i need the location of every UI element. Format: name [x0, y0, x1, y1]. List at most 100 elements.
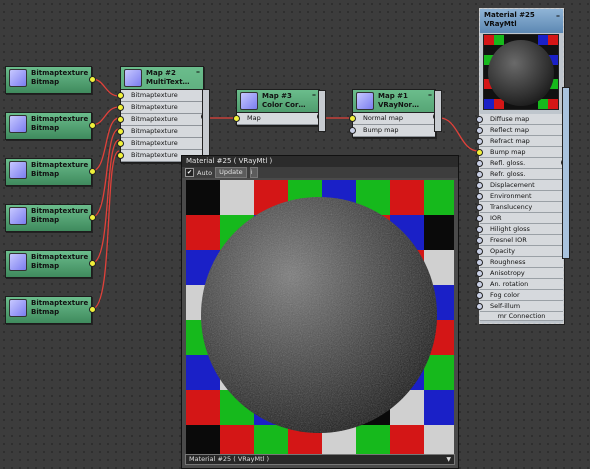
- material-slot-list: Diffuse map Reflect map Refract map Bump…: [476, 114, 563, 321]
- output-socket[interactable]: [89, 122, 96, 129]
- socket-icon[interactable]: [476, 181, 483, 189]
- socket-icon[interactable]: [476, 269, 483, 277]
- bitmap-thumbnail: [9, 207, 27, 225]
- socket-icon[interactable]: [117, 104, 124, 111]
- update-button[interactable]: Update: [215, 167, 247, 178]
- slot-anisotropy[interactable]: Anisotropy: [476, 268, 563, 279]
- bitmap-node-2[interactable]: Bitmaptexture Bitmap: [5, 112, 96, 140]
- socket-icon[interactable]: [476, 236, 483, 244]
- socket-icon[interactable]: [349, 127, 356, 134]
- slot-refr-gloss[interactable]: Refr. gloss.: [476, 169, 563, 180]
- slot-fog-color[interactable]: Fog color: [476, 290, 563, 301]
- socket-icon[interactable]: [117, 152, 124, 159]
- node-scrollbar[interactable]: [318, 90, 326, 132]
- socket-icon[interactable]: [117, 140, 124, 147]
- slot-self-illum[interactable]: Self-illum: [476, 301, 563, 312]
- slot-environment[interactable]: Environment: [476, 191, 563, 202]
- socket-icon[interactable]: [476, 203, 483, 211]
- socket-icon[interactable]: [117, 128, 124, 135]
- bitmap-node-3[interactable]: Bitmaptexture Bitmap: [5, 158, 96, 186]
- input-slot[interactable]: Bump map: [349, 125, 435, 137]
- input-slot[interactable]: Normal map: [349, 113, 435, 125]
- socket-icon[interactable]: [476, 258, 483, 266]
- node-scrollbar[interactable]: [562, 87, 570, 259]
- socket-icon[interactable]: [233, 115, 240, 122]
- slot-translucency[interactable]: Translucency: [476, 202, 563, 213]
- collapse-icon[interactable]: –: [312, 90, 316, 99]
- socket-icon[interactable]: [476, 126, 483, 134]
- socket-icon[interactable]: [476, 225, 483, 233]
- multitexture-node[interactable]: Map #2 MultiText… – Bitmaptexture Bitmapt…: [117, 66, 210, 163]
- vray-normal-node[interactable]: Map #1 VRayNor… – Normal map Bump map: [349, 89, 442, 138]
- preview-title: Material #25 ( VRayMtl ): [182, 156, 458, 167]
- socket-icon[interactable]: [476, 291, 483, 299]
- socket-icon[interactable]: [476, 115, 483, 123]
- bitmap-thumbnail: [9, 253, 27, 271]
- slot-reflect-map[interactable]: Reflect map: [476, 125, 563, 136]
- socket-icon[interactable]: [476, 280, 483, 288]
- node-subtitle: VRayMtl: [484, 20, 517, 28]
- wire-bitmap3: [91, 117, 120, 172]
- node-title: Map #1: [378, 92, 408, 100]
- selector-value: Material #25 ( VRayMtl ): [189, 455, 270, 463]
- options-icon[interactable]: ⁞: [249, 167, 258, 178]
- slot-fresnel-ior[interactable]: Fresnel IOR: [476, 235, 563, 246]
- node-title: Material #25: [484, 11, 535, 19]
- slot-an-rotation[interactable]: An. rotation: [476, 279, 563, 290]
- slot-diffuse-map[interactable]: Diffuse map: [476, 114, 563, 125]
- map-thumbnail: [124, 69, 142, 87]
- output-socket[interactable]: [89, 214, 96, 221]
- collapse-icon[interactable]: –: [556, 11, 560, 20]
- node-scrollbar[interactable]: [434, 90, 442, 132]
- slot-refl-gloss[interactable]: Refl. gloss.: [476, 158, 563, 169]
- output-socket[interactable]: [89, 260, 96, 267]
- socket-icon[interactable]: [476, 192, 483, 200]
- slot-roughness[interactable]: Roughness: [476, 257, 563, 268]
- collapse-icon[interactable]: –: [196, 67, 200, 76]
- input-slot[interactable]: Bitmaptexture: [117, 102, 203, 114]
- collapse-icon[interactable]: –: [428, 90, 432, 99]
- output-socket[interactable]: [89, 76, 96, 83]
- node-title: Bitmaptexture: [31, 161, 88, 169]
- output-socket[interactable]: [89, 168, 96, 175]
- wire-bitmap5: [91, 139, 120, 264]
- bitmap-node-5[interactable]: Bitmaptexture Bitmap: [5, 250, 96, 278]
- slot-mr-connection[interactable]: mr Connection: [480, 312, 563, 321]
- input-slot[interactable]: Bitmaptexture: [117, 126, 203, 138]
- socket-icon[interactable]: [117, 116, 124, 123]
- output-socket[interactable]: [89, 306, 96, 313]
- socket-icon[interactable]: [476, 170, 483, 178]
- node-title: Bitmaptexture: [31, 253, 88, 261]
- slot-bump-map[interactable]: Bump map: [476, 147, 563, 158]
- slot-opacity[interactable]: Opacity: [476, 246, 563, 257]
- material-preview-window[interactable]: Material #25 ( VRayMtl ) ✔ Auto Update ⁞: [181, 155, 459, 469]
- socket-icon[interactable]: [117, 92, 124, 99]
- slot-list: Bitmaptexture Bitmaptexture Bitmaptextur…: [117, 89, 203, 162]
- auto-checkbox[interactable]: ✔: [185, 168, 194, 177]
- input-slot[interactable]: Bitmaptexture: [117, 138, 203, 150]
- socket-icon[interactable]: [476, 137, 483, 145]
- slot-displacement[interactable]: Displacement: [476, 180, 563, 191]
- color-correction-node[interactable]: Map #3 Color Cor… – Map: [233, 89, 326, 132]
- input-slot[interactable]: Map: [233, 113, 319, 125]
- socket-icon[interactable]: [349, 115, 356, 122]
- input-slot[interactable]: Bitmaptexture: [117, 114, 203, 126]
- material-node[interactable]: Material #25 VRayMtl – Diffuse map Reflec…: [476, 8, 570, 324]
- bitmap-node-6[interactable]: Bitmaptexture Bitmap: [5, 296, 96, 324]
- map-thumbnail: [356, 92, 374, 110]
- bitmap-node-4[interactable]: Bitmaptexture Bitmap: [5, 204, 96, 232]
- slot-refract-map[interactable]: Refract map: [476, 136, 563, 147]
- slot-hilight-gloss[interactable]: Hilight gloss: [476, 224, 563, 235]
- socket-icon[interactable]: [476, 214, 483, 222]
- bitmap-node-1[interactable]: Bitmaptexture Bitmap: [5, 66, 96, 94]
- socket-icon[interactable]: [476, 159, 483, 167]
- socket-icon[interactable]: [476, 302, 483, 310]
- node-scrollbar[interactable]: [202, 89, 210, 163]
- wire-bitmap1: [91, 78, 120, 97]
- socket-icon[interactable]: [476, 247, 483, 255]
- socket-icon[interactable]: [476, 148, 483, 156]
- slot-ior[interactable]: IOR: [476, 213, 563, 224]
- input-slot[interactable]: Bitmaptexture: [117, 90, 203, 102]
- map-thumbnail: [240, 92, 258, 110]
- material-selector-dropdown[interactable]: Material #25 ( VRayMtl ) ▼: [185, 454, 455, 465]
